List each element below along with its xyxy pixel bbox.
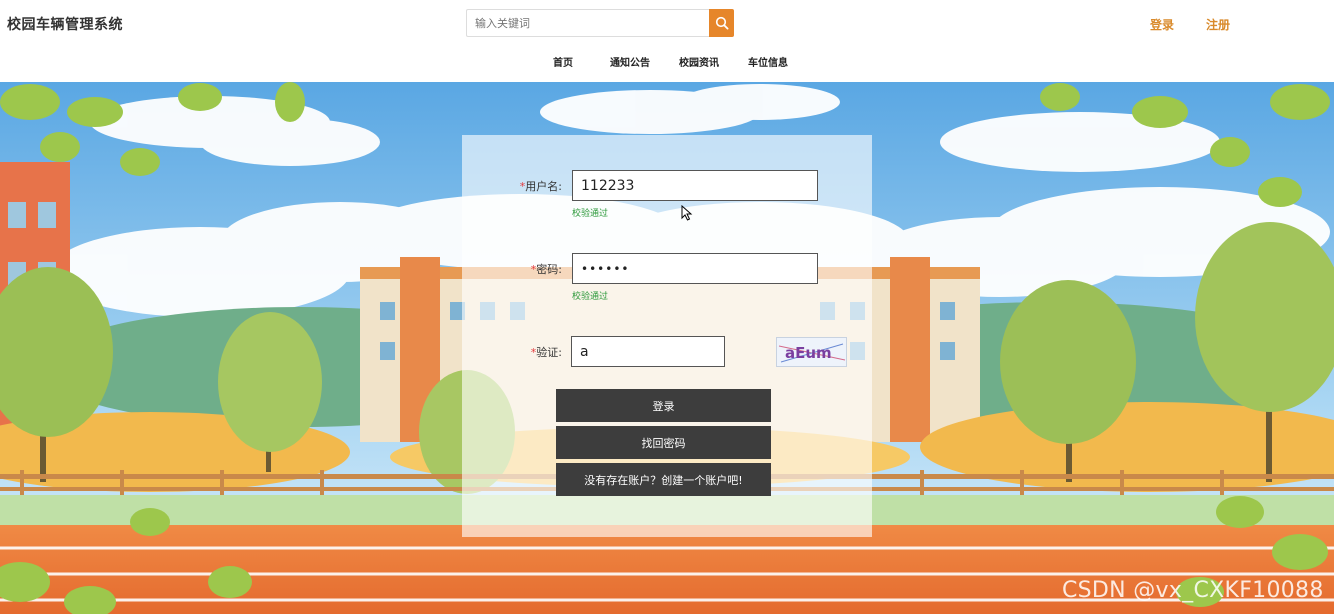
recover-password-button[interactable]: 找回密码 [556, 426, 771, 459]
search-icon [715, 16, 729, 30]
search-box [466, 9, 734, 37]
password-label: *密码: [500, 261, 562, 277]
top-header: 校园车辆管理系统 登录 注册 首页 通知公告 校园资讯 车位信息 [0, 0, 1334, 82]
mouse-cursor-icon [681, 205, 693, 221]
captcha-label: *验证: [500, 344, 562, 360]
create-account-button[interactable]: 没有存在账户？创建一个账户吧! [556, 463, 771, 496]
password-input[interactable]: •••••• [572, 253, 818, 284]
login-button[interactable]: 登录 [556, 389, 771, 422]
register-link[interactable]: 注册 [1206, 16, 1230, 33]
captcha-image[interactable]: aEum [776, 337, 847, 367]
captcha-label-text: 验证: [536, 346, 562, 359]
username-label: *用户名: [500, 178, 562, 194]
password-label-text: 密码: [536, 263, 562, 276]
nav-parking-info[interactable]: 车位信息 [748, 54, 788, 69]
username-hint: 校验通过 [572, 209, 609, 219]
username-input[interactable]: 112233 [572, 170, 818, 201]
site-title: 校园车辆管理系统 [7, 17, 123, 33]
captcha-text: aEum [785, 344, 832, 362]
search-input[interactable] [466, 9, 709, 37]
password-hint: 校验通过 [572, 292, 609, 302]
nav-home[interactable]: 首页 [553, 54, 573, 69]
nav-campus-news[interactable]: 校园资讯 [679, 54, 719, 69]
search-button[interactable] [709, 9, 734, 37]
captcha-input[interactable]: a [571, 336, 725, 367]
login-link[interactable]: 登录 [1150, 16, 1174, 33]
nav-notices[interactable]: 通知公告 [610, 54, 650, 69]
captcha-noise: aEum [778, 343, 846, 363]
username-label-text: 用户名: [525, 180, 562, 193]
watermark: CSDN @vx_CXKF10088 [1062, 578, 1324, 603]
